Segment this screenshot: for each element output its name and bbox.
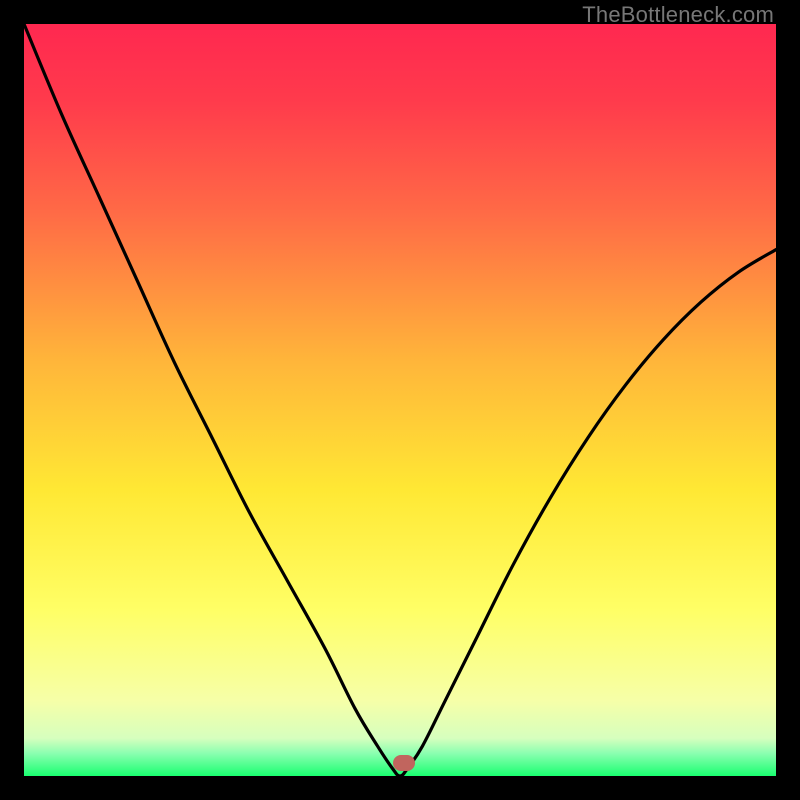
chart-frame: TheBottleneck.com — [0, 0, 800, 800]
optimal-marker — [393, 755, 415, 771]
plot-area — [24, 24, 776, 776]
bottleneck-curve — [24, 24, 776, 776]
